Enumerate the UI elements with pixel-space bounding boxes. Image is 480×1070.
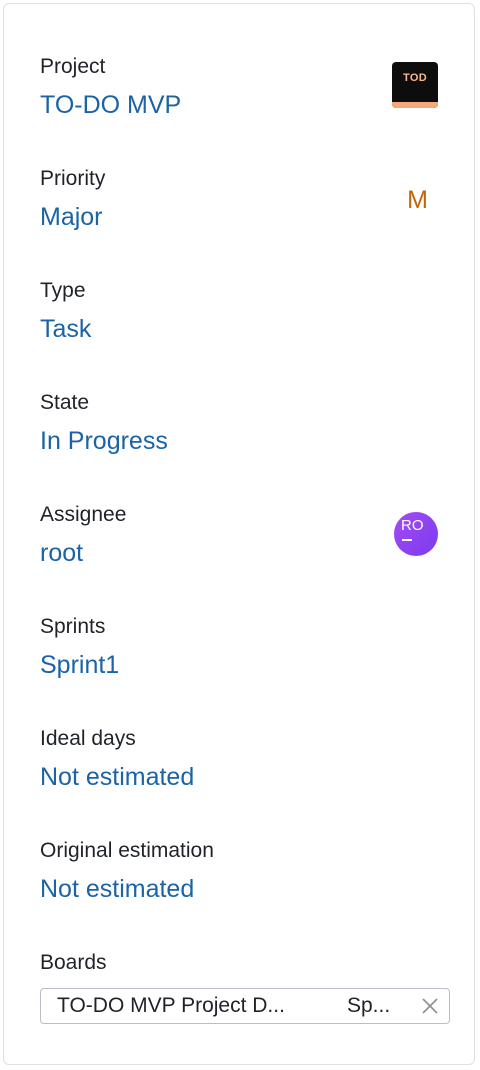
board-chip-sprint: Sp... xyxy=(347,994,391,1017)
close-icon[interactable] xyxy=(419,995,441,1017)
field-sprints: Sprints Sprint1 xyxy=(40,614,442,714)
field-project: Project TO-DO MVP TOD xyxy=(40,54,442,154)
field-priority: Priority Major M xyxy=(40,166,442,266)
priority-badge: M xyxy=(407,186,428,214)
avatar-underline xyxy=(402,539,412,541)
field-boards: Boards TO-DO MVP Project D... Sp... xyxy=(40,950,450,1050)
assignee-avatar: RO xyxy=(394,512,438,556)
sprints-value[interactable]: Sprint1 xyxy=(40,650,119,680)
field-label-boards: Boards xyxy=(40,951,107,974)
field-label-project: Project xyxy=(40,55,106,78)
assignee-value[interactable]: root xyxy=(40,538,83,568)
board-chip[interactable]: TO-DO MVP Project D... Sp... xyxy=(40,988,450,1024)
field-original-estimation: Original estimation Not estimated xyxy=(40,838,442,938)
issue-fields-panel: Project TO-DO MVP TOD Priority Major M T… xyxy=(3,3,475,1065)
type-value[interactable]: Task xyxy=(40,314,91,344)
field-ideal-days: Ideal days Not estimated xyxy=(40,726,442,826)
project-value[interactable]: TO-DO MVP xyxy=(40,90,181,120)
field-label-assignee: Assignee xyxy=(40,503,127,526)
ideal-days-value[interactable]: Not estimated xyxy=(40,762,194,792)
avatar-initials: RO xyxy=(401,517,424,534)
field-label-ideal-days: Ideal days xyxy=(40,727,136,750)
project-logo-text: TOD xyxy=(403,72,427,84)
field-label-type: Type xyxy=(40,279,86,302)
field-state: State In Progress xyxy=(40,390,442,490)
field-label-priority: Priority xyxy=(40,167,106,190)
project-logo-strip xyxy=(392,102,438,108)
field-label-original-estimation: Original estimation xyxy=(40,839,214,862)
board-chip-name: TO-DO MVP Project D... xyxy=(57,994,285,1017)
original-estimation-value[interactable]: Not estimated xyxy=(40,874,194,904)
field-type: Type Task xyxy=(40,278,442,378)
field-label-sprints: Sprints xyxy=(40,615,106,638)
state-value[interactable]: In Progress xyxy=(40,426,168,456)
field-label-state: State xyxy=(40,391,90,414)
field-assignee: Assignee root RO xyxy=(40,502,442,602)
priority-value[interactable]: Major xyxy=(40,202,103,232)
project-logo-icon: TOD xyxy=(392,62,438,108)
